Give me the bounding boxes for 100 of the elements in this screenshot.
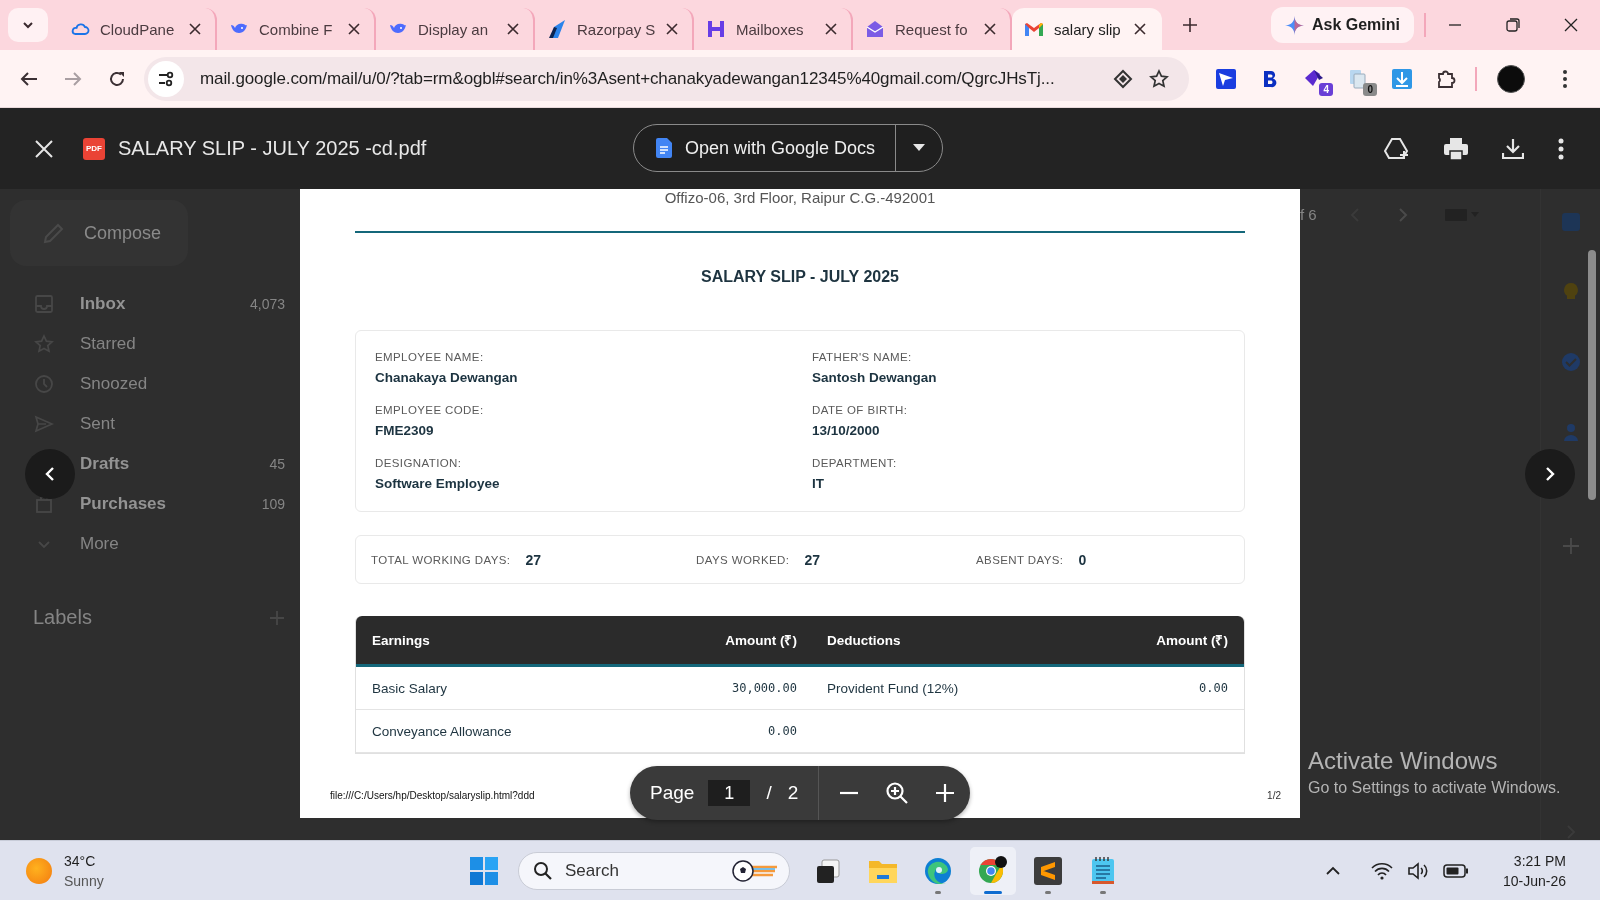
weather-condition: Sunny [64,871,104,891]
table-cell: 0.00 [768,724,797,738]
close-icon[interactable] [348,23,360,35]
field-label: DESIGNATION: [375,456,463,470]
page-total: 2 [787,782,799,804]
restore-icon[interactable] [1506,18,1520,32]
close-icon[interactable] [984,23,996,35]
column-header: Amount (₹) [1155,632,1229,649]
chevron-right-icon [1544,466,1556,482]
site-settings-icon[interactable] [148,60,184,97]
field-label: DAYS WORKED: [696,553,790,566]
download-icon[interactable] [1502,137,1524,160]
slip-title: SALARY SLIP - JULY 2025 [700,267,900,287]
activation-notice-text: Go to Settings to activate Windows. [1308,779,1561,797]
browser-tab[interactable]: salary slip [1012,8,1162,50]
mail-folder-item[interactable]: Starred [0,324,300,364]
field-value: FME2309 [375,422,435,440]
close-icon[interactable] [189,23,201,35]
profile-avatar[interactable] [1497,64,1525,93]
wifi-icon[interactable] [1370,861,1393,880]
bookmark-star-icon[interactable] [1149,68,1169,89]
sparkle-icon [1284,15,1304,35]
zoom-in-icon[interactable] [935,783,956,803]
chevron-up-icon[interactable] [1324,865,1341,876]
mail-folder-item[interactable]: Drafts 45 [0,444,300,484]
file-name: SALARY SLIP - JULY 2025 -cd.pdf [118,137,427,160]
field-label: TOTAL WORKING DAYS: [371,553,511,566]
mail-folder-item[interactable]: More [0,524,300,564]
more-icon[interactable] [1563,69,1567,88]
page-label: Page [650,782,695,804]
field-label: EMPLOYEE CODE: [375,403,485,417]
h-logo-icon [706,19,726,39]
windows-start-icon[interactable] [470,856,498,885]
star-icon [34,334,54,354]
column-header: Deductions [826,632,902,648]
field-value: 13/10/2000 [812,422,881,440]
scrollbar[interactable] [1588,250,1596,500]
page-separator: / [766,782,772,804]
mail-folder-item[interactable]: Sent [0,404,300,444]
back-icon[interactable] [20,69,38,88]
company-address: Offizo-06, 3rd Floor, Raipur C.G.-492001 [663,189,937,207]
reload-icon[interactable] [108,69,126,88]
clock-icon [34,374,54,394]
close-icon[interactable] [1134,23,1146,35]
clock-time: 3:21 PM [1513,851,1566,871]
table-cell: 30,000.00 [731,681,797,695]
close-icon[interactable] [666,23,678,35]
slash-logo-icon [547,19,567,39]
add-to-drive-icon[interactable] [1384,136,1410,161]
football-icon [731,858,779,883]
ask-gemini-button[interactable]: Ask Gemini [1270,7,1414,43]
new-tab-icon[interactable] [1182,17,1198,33]
temperature: 34°C [64,851,97,871]
mail-folder-item[interactable]: Inbox 4,073 [0,284,300,324]
field-label: EMPLOYEE NAME: [375,350,485,364]
inbox-icon [34,294,54,314]
edge-browser-icon [923,856,952,885]
mail-folder-item[interactable]: Snoozed [0,364,300,404]
pagination-text: f 6 [1300,206,1317,223]
zoom-icon[interactable] [885,781,910,805]
taskbar-app[interactable] [969,846,1016,895]
notepad-icon [1089,855,1116,886]
pages-icon[interactable] [1347,67,1369,90]
taskbar-search-field[interactable]: Search [518,851,790,890]
print-page-number: 1/2 [1267,790,1281,801]
open-with-button[interactable]: Open with Google Docs [633,124,944,172]
field-value: 0 [1078,551,1087,568]
check-circle-icon[interactable] [1560,352,1581,372]
print-icon[interactable] [1444,137,1468,160]
field-value: 27 [804,551,820,568]
field-value: 27 [525,551,542,568]
field-label: FATHER'S NAME: [812,350,913,364]
close-icon[interactable] [825,23,837,35]
diamond-icon[interactable] [1113,68,1133,89]
field-label: DATE OF BIRTH: [812,403,909,417]
field-value: Santosh Dewangan [812,369,938,387]
sublime-text-icon [1033,856,1062,885]
address-bar[interactable]: mail.google.com/mail/u/0/?tab=rm&ogbl#search/in%3Asent+chanakyadewangan12345%40gmail.com/QgrcJHsTj... [144,56,1189,101]
more-icon[interactable] [1558,137,1564,160]
caret-icon[interactable] [913,144,926,152]
table-cell: 0.00 [1199,681,1228,695]
field-value: Software Employee [375,475,501,493]
close-icon[interactable] [507,23,519,35]
compose-button[interactable]: Compose [10,200,188,266]
clock-date: 10-Jun-26 [1502,871,1566,891]
pdf-file-icon: PDF [83,137,105,160]
close-icon[interactable] [1564,18,1578,32]
table-cell: Conveyance Allowance [372,723,512,739]
page-number-field[interactable]: 1 [708,780,751,806]
field-label: DEPARTMENT: [812,456,898,470]
search-icon [533,860,553,881]
battery-icon[interactable] [1442,863,1469,878]
field-value: Chanakaya Dewangan [375,369,519,387]
print-footer-url: file:///C:/Users/hp/Desktop/salaryslip.html?ddd [330,790,535,801]
envelope-icon [865,19,885,39]
volume-icon[interactable] [1406,861,1429,880]
paper-plane-icon[interactable] [1215,67,1237,90]
table-cell: Provident Fund (12%) [827,680,959,696]
table-cell: Basic Salary [372,680,448,696]
labels-heading: Labels [33,606,92,629]
